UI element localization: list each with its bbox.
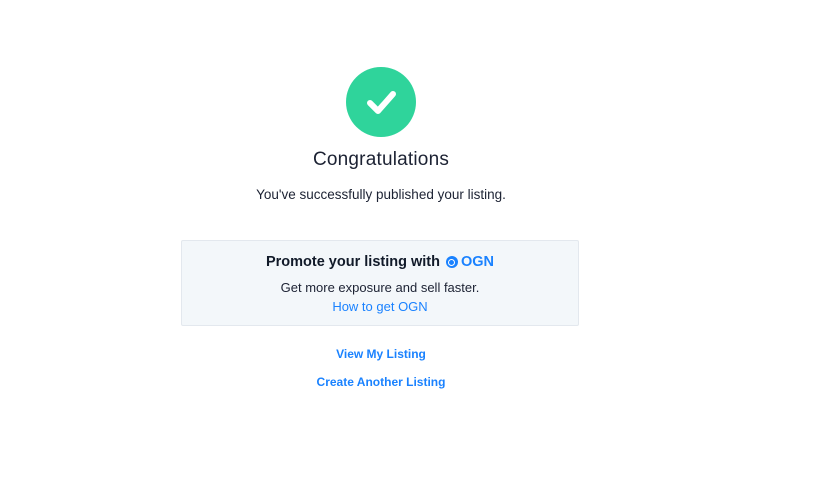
ogn-token-icon (445, 256, 458, 268)
ogn-logo: OGN (445, 254, 495, 270)
promo-heading: Promote your listing with OGN (182, 254, 578, 270)
promo-title-text: Promote your listing with (265, 254, 440, 270)
success-message: You've successfully published your listi… (256, 187, 506, 202)
checkmark-icon (346, 67, 416, 137)
promo-description: Get more exposure and sell faster. (280, 280, 480, 295)
view-my-listing-link[interactable]: View My Listing (0, 347, 762, 361)
how-to-get-ogn-link[interactable]: How to get OGN (182, 299, 578, 314)
success-page: Congratulations You've successfully publ… (0, 0, 820, 494)
promote-listing-panel: Promote your listing with OGN Get more e… (181, 240, 579, 326)
ogn-token-name: OGN (460, 254, 495, 270)
create-another-listing-link[interactable]: Create Another Listing (0, 375, 762, 389)
page-title: Congratulations (312, 149, 450, 170)
